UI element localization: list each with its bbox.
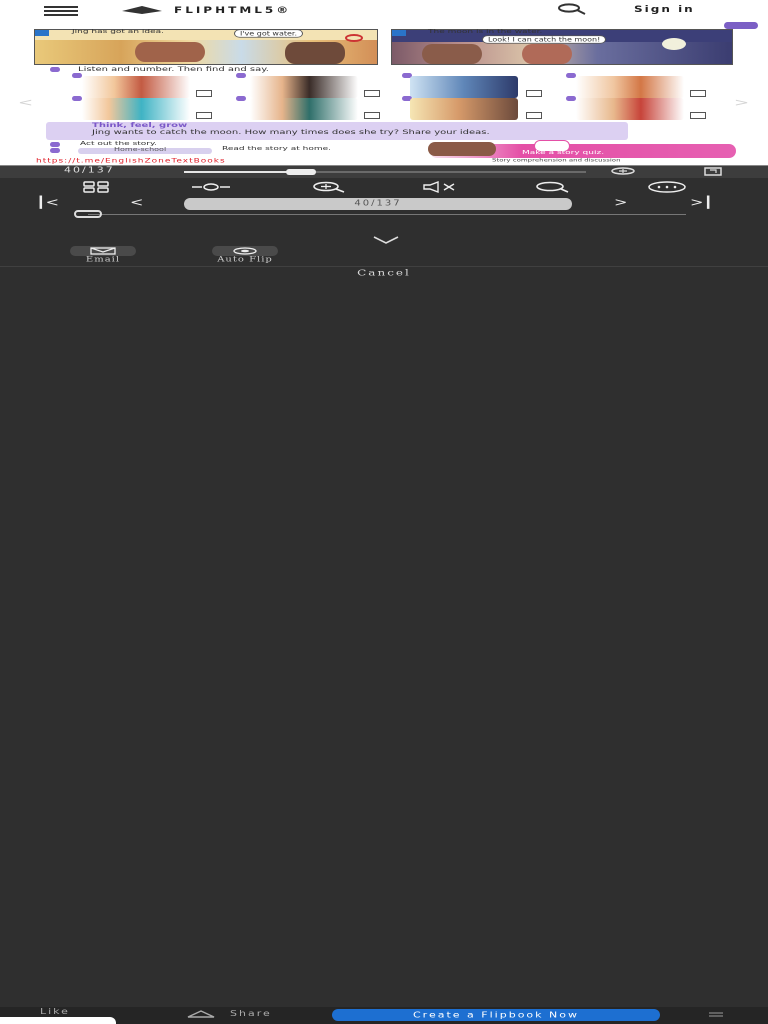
create-flipbook-button[interactable]: Create a Flipbook Now (332, 1009, 660, 1021)
answer-box[interactable] (526, 112, 542, 119)
sound-icon[interactable] (420, 181, 462, 193)
picture-letter (236, 73, 246, 78)
activity-instruction: Listen and number. Then find and say. (78, 66, 269, 73)
picture-letter (72, 96, 82, 101)
answer-box[interactable] (690, 90, 706, 97)
last-page-button[interactable]: >┃ (690, 196, 713, 209)
moon-icon (662, 38, 686, 50)
activity-picture (82, 98, 190, 120)
first-page-button[interactable]: ┃< (36, 196, 59, 209)
read-home-instruction: Read the story at home. (222, 146, 331, 152)
page-slider-thumb[interactable] (74, 210, 102, 218)
activity-picture (82, 76, 190, 98)
think-feel-grow-question: Jing wants to catch the moon. How many t… (92, 129, 490, 136)
progress-fill (184, 171, 301, 173)
next-page-arrow[interactable]: > (734, 96, 749, 109)
book-page[interactable]: Jing has got an idea. I've got water. Th… (0, 20, 768, 166)
picture-letter (566, 96, 576, 101)
activity-picture (410, 76, 518, 98)
viewer-toolbar (0, 178, 768, 196)
answer-box[interactable] (364, 90, 380, 97)
zoom-icon[interactable] (306, 181, 348, 193)
auto-flip-icon (212, 246, 278, 256)
progress-track[interactable] (184, 169, 586, 175)
cancel-button[interactable]: Cancel (0, 268, 768, 278)
brightness-icon[interactable] (190, 181, 232, 193)
share-option-label: Email (85, 256, 121, 264)
next-page-button[interactable]: > (614, 196, 627, 209)
sign-in-link[interactable]: Sign in (634, 4, 695, 15)
like-button[interactable]: Like (40, 1007, 70, 1016)
activity-number (50, 67, 60, 72)
answer-box[interactable] (364, 112, 380, 119)
page-indicator: 40/137 (64, 165, 115, 175)
picture-letter (566, 73, 576, 78)
picture-letter (236, 96, 246, 101)
clock-icon (345, 34, 363, 42)
speech-bubble: Look! I can catch the moon! (482, 35, 607, 44)
character-avatar (428, 142, 496, 156)
email-icon (70, 246, 136, 256)
menu-icon[interactable] (708, 1011, 724, 1019)
home-school-label: Home-school (114, 147, 167, 153)
chevron-down-icon[interactable] (372, 236, 400, 244)
activity-picture (250, 98, 358, 120)
zoom-in-icon[interactable] (608, 167, 642, 176)
panel-number (392, 30, 406, 36)
activity-number (50, 142, 60, 147)
page-slider-track[interactable] (88, 214, 686, 215)
fullscreen-icon[interactable] (704, 167, 722, 176)
character-figure (135, 42, 205, 62)
progress-thumb[interactable] (285, 169, 316, 175)
page-number-badge (724, 22, 758, 29)
home-indicator-area (0, 1017, 116, 1024)
telegram-link[interactable]: https://t.me/EnglishZoneTextBooks (36, 158, 226, 165)
page-progress-bar: 40/137 (0, 165, 768, 178)
search-icon[interactable] (554, 3, 588, 15)
story-quiz-text: Make a story quiz. (522, 150, 605, 156)
share-option-label: Auto Flip (217, 256, 273, 264)
answer-box[interactable] (196, 112, 212, 119)
speech-bubble: I've got water. (234, 29, 304, 38)
share-option-auto-flip[interactable]: Auto Flip (212, 246, 278, 267)
character-figure (422, 44, 482, 64)
prev-page-arrow[interactable]: < (18, 96, 33, 109)
share-option-email[interactable]: Email (70, 246, 136, 267)
page-number-field[interactable]: 40/137 (184, 198, 572, 210)
activity-picture (576, 98, 684, 120)
activity-picture (410, 98, 518, 120)
page-footer-caption: Story comprehension and discussion (492, 158, 621, 163)
page-navigation: ┃< < 40/137 > >┃ (0, 196, 768, 216)
picture-letter (72, 73, 82, 78)
panel-caption: The moon is in the water. (428, 29, 543, 35)
site-header: FLIPHTML5® Sign in (0, 0, 768, 21)
menu-hamburger-icon[interactable] (44, 6, 78, 16)
logo-text: FLIPHTML5® (174, 4, 292, 16)
sheet-divider (0, 266, 768, 267)
create-flipbook-label: Create a Flipbook Now (413, 1009, 579, 1020)
site-logo[interactable]: FLIPHTML5® (120, 3, 291, 17)
character-figure (285, 42, 345, 64)
logo-icon (122, 6, 162, 14)
search-icon[interactable] (530, 181, 572, 193)
share-icon (187, 1009, 215, 1018)
share-button[interactable]: Share (186, 1007, 272, 1020)
thumbnails-icon[interactable] (76, 181, 118, 193)
like-label: Like (40, 1007, 70, 1017)
panel-number (35, 30, 49, 36)
previous-page-button[interactable]: < (130, 196, 143, 209)
answer-box[interactable] (196, 90, 212, 97)
panel-caption: Jing has got an idea. (72, 29, 165, 35)
think-feel-grow-title: Think, feel, grow (92, 122, 188, 129)
activity-picture (250, 76, 358, 98)
share-label: Share (230, 1008, 272, 1019)
answer-box[interactable] (690, 112, 706, 119)
activity-picture (576, 76, 684, 98)
page-number-text: 40/137 (354, 199, 402, 208)
character-figure (522, 44, 572, 64)
activity-number (50, 148, 60, 153)
more-options-icon[interactable] (646, 181, 688, 193)
answer-box[interactable] (526, 90, 542, 97)
